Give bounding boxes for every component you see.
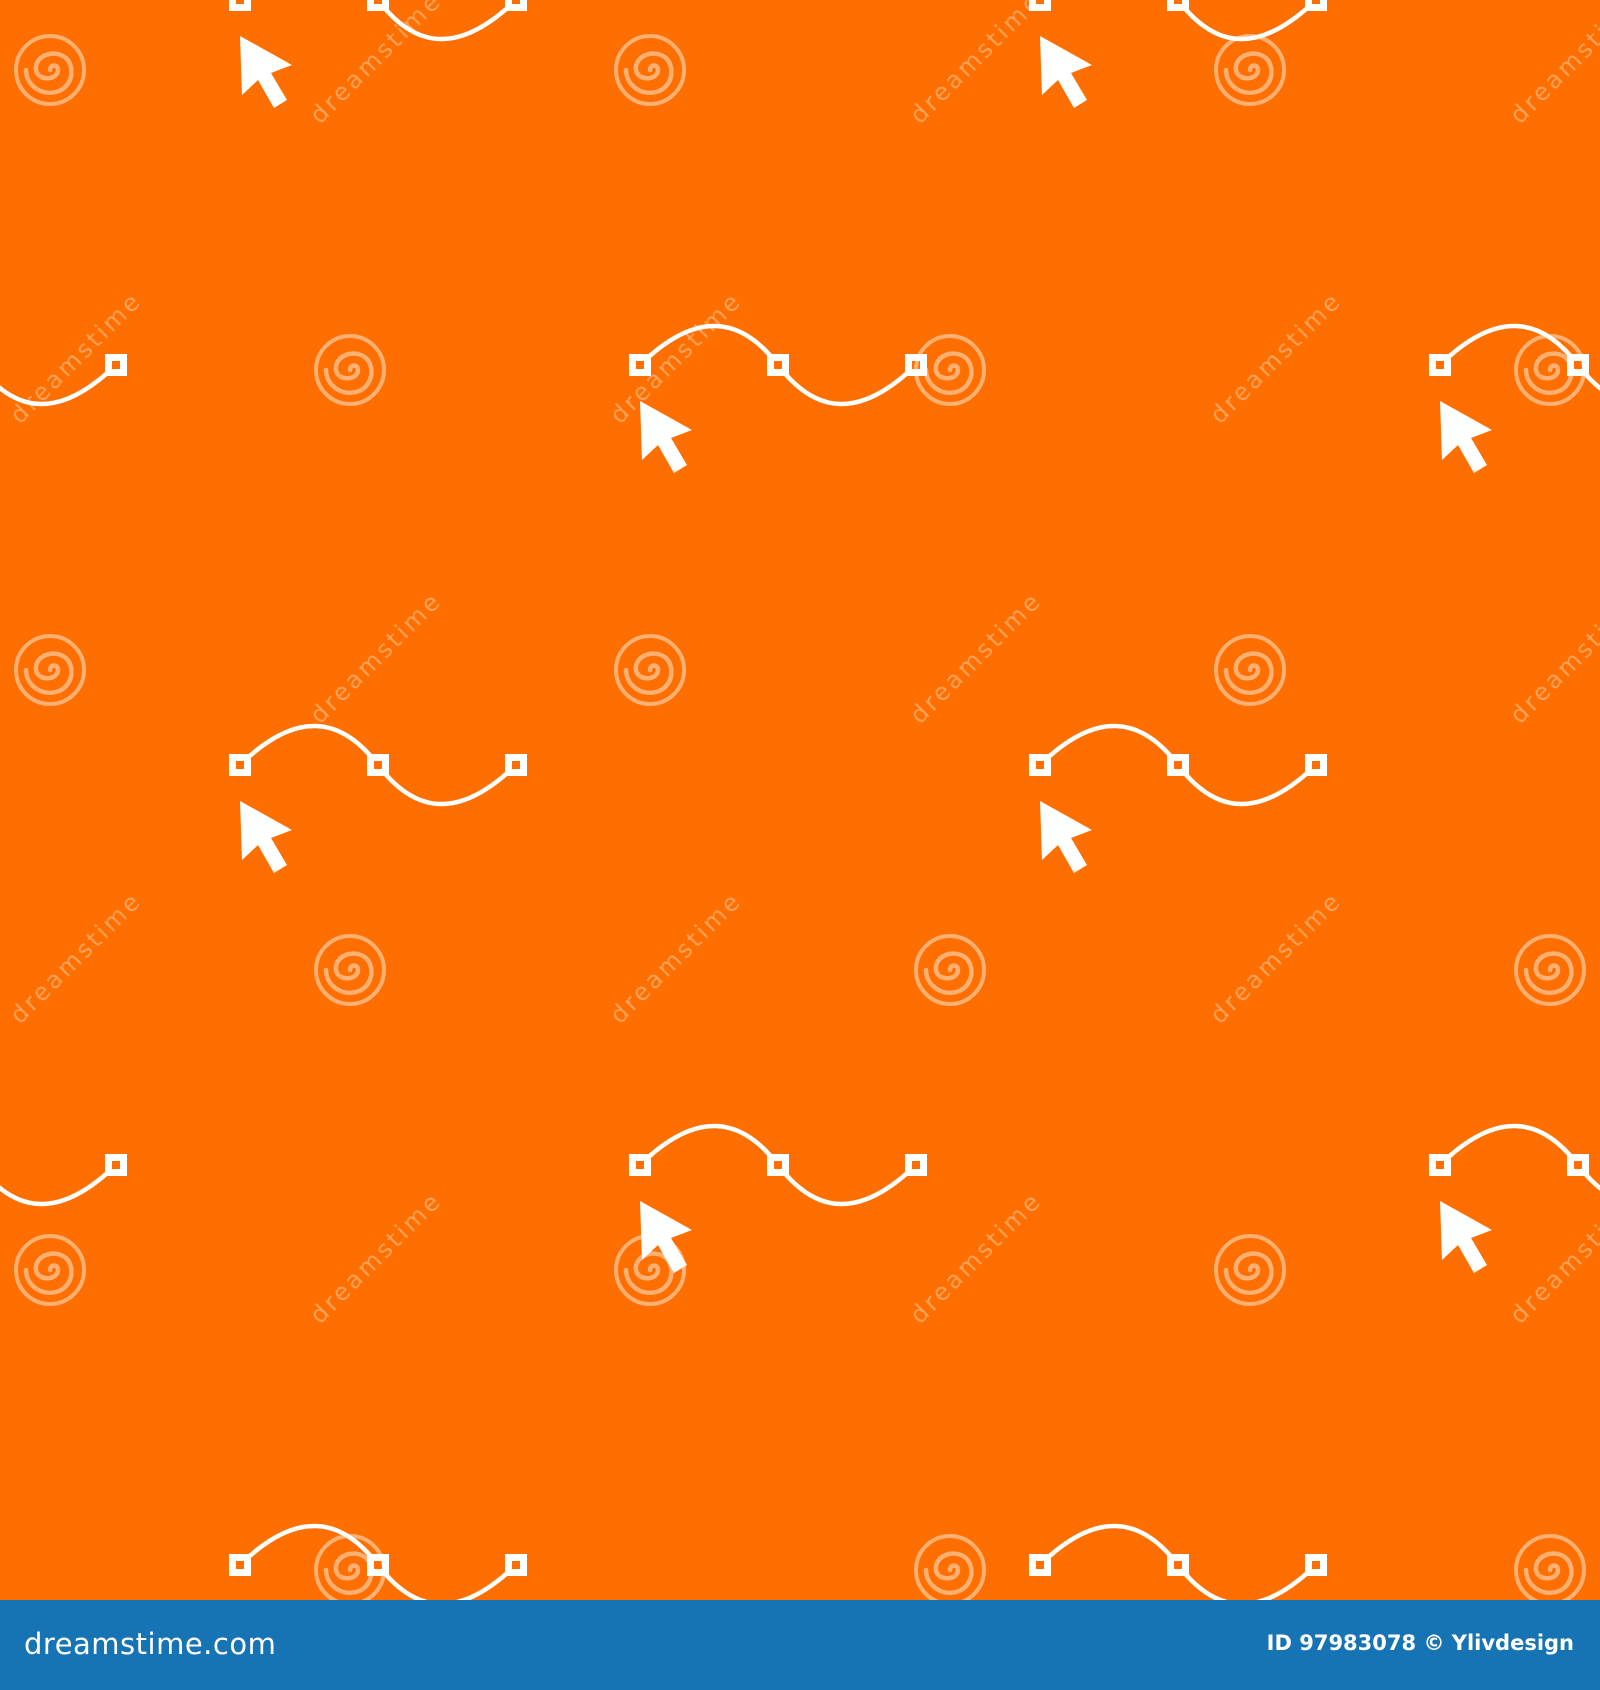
bezier-curve-cursor-icon <box>0 1126 127 1273</box>
watermark-text: dreamstime <box>304 1186 447 1329</box>
dreamstime-spiral-logo-icon <box>1516 1536 1584 1600</box>
dreamstime-spiral-logo-icon <box>1516 936 1584 1004</box>
dreamstime-spiral-logo-icon <box>316 336 384 404</box>
dreamstime-spiral-logo-icon <box>16 636 84 704</box>
watermark-texts: dreamstime dreamstime dreamstime dreamstime… <box>4 0 1600 1329</box>
watermark-text: dreamstime <box>4 886 147 1029</box>
author-name[interactable]: Ylivdesign <box>1452 1631 1574 1655</box>
bezier-curve-cursor-icon <box>1029 1526 1327 1600</box>
copyright-symbol: © <box>1423 1631 1445 1655</box>
dreamstime-spiral-logo-icon <box>1516 336 1584 404</box>
watermark-text: dreamstime <box>1504 0 1600 129</box>
watermark-text: dreamstime <box>304 0 447 129</box>
stock-image: dreamstime dreamstime dreamstime dreamstime… <box>0 0 1600 1690</box>
watermark-text: dreamstime <box>904 1186 1047 1329</box>
bezier-icon-tiles <box>0 0 1600 1600</box>
image-id-value: 97983078 <box>1299 1631 1417 1655</box>
dreamstime-spiral-logo-icon <box>1216 636 1284 704</box>
watermark-text: dreamstime <box>1204 886 1347 1029</box>
dreamstime-spiral-logo-icon <box>16 1236 84 1304</box>
dreamstime-spiral-logo-icon <box>916 1536 984 1600</box>
dreamstime-spiral-logo-icon <box>316 936 384 1004</box>
watermark-text: dreamstime <box>904 0 1047 129</box>
bezier-curve-cursor-icon <box>1029 726 1327 873</box>
dreamstime-spiral-logo-icon <box>616 36 684 104</box>
footer-bar: dreamstime.com ID 97983078 © Ylivdesign <box>0 1600 1600 1690</box>
dreamstime-spiral-logo-icon <box>1216 36 1284 104</box>
watermark-text: dreamstime <box>304 586 447 729</box>
dreamstime-spiral-logo-icon <box>1216 1236 1284 1304</box>
watermark-text: dreamstime <box>1504 586 1600 729</box>
watermark-text: dreamstime <box>1204 286 1347 429</box>
bezier-curve-cursor-icon <box>229 726 527 873</box>
dreamstime-spiral-logo-icon <box>616 636 684 704</box>
watermark-text: dreamstime <box>1504 1186 1600 1329</box>
bezier-curve-cursor-icon <box>1029 0 1327 108</box>
watermark-text: dreamstime <box>604 886 747 1029</box>
dreamstime-spiral-logo-icon <box>916 936 984 1004</box>
dreamstime-spiral-logo-icon <box>916 336 984 404</box>
bezier-pattern-canvas: dreamstime dreamstime dreamstime dreamstime… <box>0 0 1600 1600</box>
bezier-curve-cursor-icon <box>629 1126 927 1273</box>
dreamstime-spiral-logo-icon <box>16 36 84 104</box>
image-id-label: ID <box>1266 1631 1292 1655</box>
footer-brand[interactable]: dreamstime.com <box>24 1627 276 1661</box>
watermark-text: dreamstime <box>604 286 747 429</box>
watermark-text: dreamstime <box>904 586 1047 729</box>
footer-credit: ID 97983078 © Ylivdesign <box>1267 1631 1574 1655</box>
